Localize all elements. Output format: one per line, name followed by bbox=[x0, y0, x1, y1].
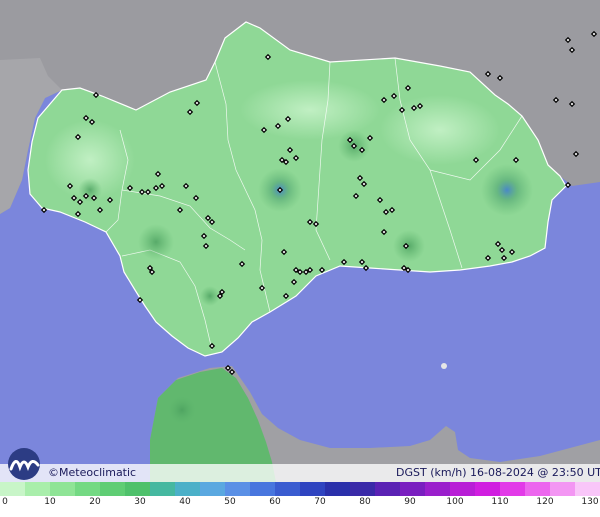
legend-tick-label: 130 bbox=[581, 497, 599, 507]
legend-swatch bbox=[575, 482, 600, 496]
shade-east bbox=[380, 95, 500, 165]
legend-swatch bbox=[75, 482, 100, 496]
legend-swatch bbox=[375, 482, 400, 496]
meteoclimatic-logo-icon bbox=[8, 448, 40, 480]
legend-swatch bbox=[475, 482, 500, 496]
legend-tick-label: 60 bbox=[269, 497, 281, 507]
legend-tick-label: 0 bbox=[2, 497, 8, 507]
legend-swatch bbox=[150, 482, 175, 496]
legend-swatch bbox=[100, 482, 125, 496]
gust-hotspot-almeria bbox=[481, 164, 533, 216]
legend-tick-label: 90 bbox=[404, 497, 416, 507]
legend-swatch bbox=[275, 482, 300, 496]
legend-swatch bbox=[350, 482, 375, 496]
gust-hotspot-sevilla bbox=[138, 224, 174, 260]
legend-swatch bbox=[0, 482, 25, 496]
legend-swatch bbox=[300, 482, 325, 496]
legend-tick-label: 10 bbox=[44, 497, 56, 507]
legend-tick-label: 50 bbox=[224, 497, 236, 507]
legend-swatch bbox=[250, 482, 275, 496]
legend-tick-label: 80 bbox=[359, 497, 371, 507]
legend-swatch bbox=[175, 482, 200, 496]
legend-colorbar bbox=[0, 482, 600, 496]
gust-map bbox=[0, 0, 600, 482]
island bbox=[441, 363, 447, 369]
gust-hotspot-huelva bbox=[78, 178, 102, 202]
legend-swatch bbox=[125, 482, 150, 496]
legend-tick-label: 40 bbox=[179, 497, 191, 507]
map-credit: ©Meteoclimatic bbox=[48, 466, 137, 479]
legend-swatch bbox=[525, 482, 550, 496]
legend-tick-label: 100 bbox=[446, 497, 464, 507]
map-timestamp: 16-08-2024 @ 23:50 UTC bbox=[470, 466, 600, 479]
legend-swatch bbox=[500, 482, 525, 496]
legend-tick-label: 120 bbox=[536, 497, 554, 507]
legend-swatch bbox=[425, 482, 450, 496]
legend-swatch bbox=[25, 482, 50, 496]
legend-tick-label: 20 bbox=[89, 497, 101, 507]
legend-tick-label: 70 bbox=[314, 497, 326, 507]
weather-map-panel: ©Meteoclimatic DGST (km/h) 16-08-2024 @ … bbox=[0, 0, 600, 517]
legend-tick-label: 110 bbox=[491, 497, 509, 507]
legend-swatch bbox=[225, 482, 250, 496]
map-variable-label: DGST (km/h) bbox=[396, 466, 467, 479]
legend-swatch bbox=[325, 482, 350, 496]
legend-swatch bbox=[450, 482, 475, 496]
gust-hotspot-africa bbox=[168, 396, 196, 424]
legend-tick-label: 30 bbox=[134, 497, 146, 507]
legend-swatch bbox=[550, 482, 575, 496]
legend-swatch bbox=[200, 482, 225, 496]
legend-swatch bbox=[400, 482, 425, 496]
legend-swatch bbox=[50, 482, 75, 496]
legend-ticks: 0 10 20 30 40 50 60 70 80 90 100 110 120 130 bbox=[0, 497, 600, 513]
